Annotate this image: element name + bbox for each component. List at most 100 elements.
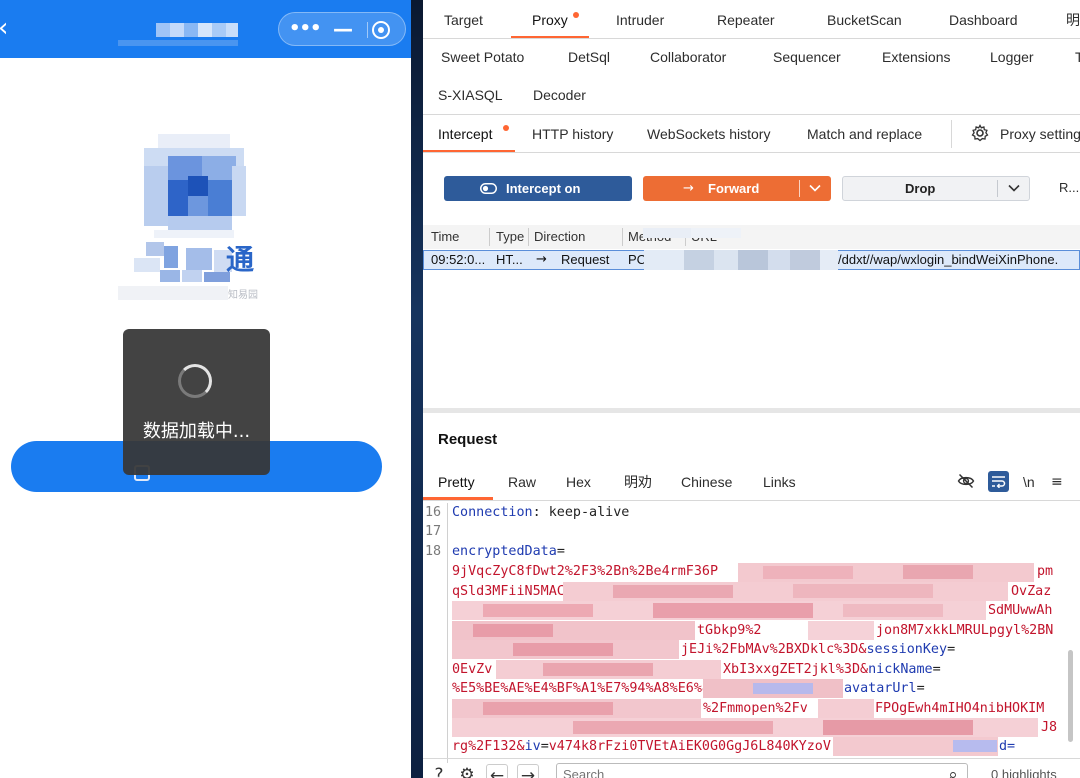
tab-decoder[interactable]: Decoder <box>533 83 586 107</box>
settings-gear-icon[interactable]: ⚙ <box>456 764 478 778</box>
body-text: %2Fmmopen%2Fv <box>703 701 808 716</box>
more-icon[interactable]: ••• <box>289 17 322 41</box>
row-direction: Request <box>561 252 610 267</box>
tab-match-and-replace[interactable]: Match and replace <box>807 122 922 146</box>
param-name: nickName <box>868 662 933 677</box>
chevron-down-icon[interactable] <box>1008 184 1020 192</box>
tab-detsql[interactable]: DetSql <box>568 45 610 69</box>
body-param[interactable]: XbI3xxgZET2jkl%3D&nickName= <box>723 660 941 680</box>
tab-collaborator[interactable]: Collaborator <box>650 45 726 69</box>
toggle-icon <box>480 183 497 194</box>
tab-proxy[interactable]: Proxy <box>532 8 568 32</box>
tab-http-history[interactable]: HTTP history <box>532 122 613 146</box>
minimize-icon[interactable]: — <box>331 17 355 41</box>
tab-s-xiasql[interactable]: S-XIASQL <box>438 83 503 107</box>
arrow-right-icon: → <box>683 181 694 196</box>
tab-overflow-2[interactable]: T <box>1075 45 1080 69</box>
tab-links[interactable]: Links <box>763 470 796 494</box>
body-text: qSld3MFiiN5MAC <box>452 584 565 599</box>
more-actions-button[interactable]: R... <box>1059 176 1079 200</box>
divider <box>622 228 623 246</box>
param-name: encryptedData <box>452 544 557 559</box>
body-text: jon8M7xkkLMRULpgyl%2BN <box>876 623 1054 638</box>
forward-arrow-icon[interactable]: → <box>517 764 539 778</box>
tab-overflow[interactable]: 明 <box>1066 8 1080 32</box>
header-value: keep-alive <box>548 505 630 520</box>
line-number: 16 <box>425 505 442 520</box>
chevron-down-icon[interactable] <box>809 184 821 192</box>
search-icon[interactable]: ⌕ <box>942 764 964 778</box>
logo-subtext: 知易园 <box>228 290 258 301</box>
tab-websockets-history[interactable]: WebSockets history <box>647 122 770 146</box>
param-equals: = <box>556 544 565 559</box>
tab-sweet-potato[interactable]: Sweet Potato <box>441 45 524 69</box>
loading-spinner-icon <box>178 364 212 398</box>
navigation-bar: ‹ ••• — <box>0 0 412 58</box>
line-number: 17 <box>425 524 442 539</box>
hide-eye-icon[interactable] <box>957 472 975 490</box>
column-type[interactable]: Type <box>496 228 524 246</box>
back-icon[interactable]: ‹ <box>0 14 16 42</box>
divider <box>799 180 800 197</box>
header-name: Connection <box>452 505 533 520</box>
body-param[interactable]: rg%2F132&iv=v474k8rFzi0TVEtAiEK0G0GgJ6L8… <box>452 737 831 757</box>
help-icon[interactable]: ? <box>428 764 450 778</box>
scrollbar-thumb[interactable] <box>1068 650 1073 742</box>
newline-toggle-icon[interactable]: \n <box>1023 470 1035 494</box>
column-time[interactable]: Time <box>431 228 459 246</box>
request-pane-title: Request <box>438 431 498 448</box>
tab-logger[interactable]: Logger <box>990 45 1034 69</box>
param-equals: = <box>947 642 956 657</box>
body-text: d= <box>999 739 1016 754</box>
divider <box>423 758 1080 759</box>
tab-target[interactable]: Target <box>444 8 483 32</box>
param-tail: jEJi%2FbMAv%2BXDklc%3D& <box>681 642 867 657</box>
divider <box>528 228 529 246</box>
tab-dashboard[interactable]: Dashboard <box>949 8 1018 32</box>
divider <box>489 228 490 246</box>
body-text: OvZaz <box>1011 584 1052 599</box>
param-equals: = <box>540 739 549 754</box>
wrap-lines-icon[interactable] <box>988 471 1009 492</box>
gear-icon[interactable] <box>971 124 989 142</box>
loading-toast: 数据加载中... <box>123 329 270 475</box>
divider <box>951 120 952 148</box>
column-direction[interactable]: Direction <box>534 228 585 246</box>
window-divider <box>411 0 423 778</box>
tab-chinese[interactable]: Chinese <box>681 470 732 494</box>
param-name: sessionKey <box>866 642 948 657</box>
tab-pretty[interactable]: Pretty <box>438 470 475 494</box>
menu-icon[interactable]: ≡ <box>1051 470 1063 494</box>
proxy-settings-link[interactable]: Proxy setting <box>1000 122 1080 146</box>
tab-bucketscan[interactable]: BucketScan <box>827 8 902 32</box>
tab-intercept[interactable]: Intercept <box>438 122 492 146</box>
intercept-toggle-button[interactable]: Intercept on <box>444 176 632 201</box>
body-param[interactable]: jEJi%2FbMAv%2BXDklc%3D&sessionKey= <box>681 640 955 660</box>
tab-extensions[interactable]: Extensions <box>882 45 950 69</box>
forward-button[interactable]: → Forward <box>643 176 831 201</box>
logo-character: 通 <box>226 243 255 276</box>
body-param[interactable]: encryptedData= <box>452 542 565 562</box>
header-line[interactable]: Connection: keep-alive <box>452 503 629 523</box>
row-direction-arrow-icon: → <box>536 252 547 267</box>
drop-button[interactable]: Drop <box>842 176 1030 201</box>
divider <box>423 38 1080 39</box>
back-arrow-icon[interactable]: ← <box>486 764 508 778</box>
tab-extension[interactable]: 明劝 <box>624 470 652 494</box>
body-text: J8 <box>1041 720 1058 735</box>
forward-label: Forward <box>708 181 760 196</box>
capsule-divider <box>367 22 368 38</box>
body-param[interactable]: avatarUrl= <box>844 679 925 699</box>
tab-sequencer[interactable]: Sequencer <box>773 45 841 69</box>
body-text: %E5%BE%AE%E4%BF%A1%E7%94%A8%E6%88 <box>452 681 719 696</box>
divider <box>423 500 1080 501</box>
tab-hex[interactable]: Hex <box>566 470 591 494</box>
close-target-icon[interactable] <box>372 21 390 39</box>
search-input[interactable] <box>556 763 968 778</box>
body-text: pm <box>1037 564 1054 579</box>
tab-intruder[interactable]: Intruder <box>616 8 664 32</box>
tab-raw[interactable]: Raw <box>508 470 536 494</box>
tab-repeater[interactable]: Repeater <box>717 8 775 32</box>
mini-program-screen: ‹ ••• — <box>0 0 412 778</box>
pane-splitter[interactable] <box>423 408 1080 413</box>
